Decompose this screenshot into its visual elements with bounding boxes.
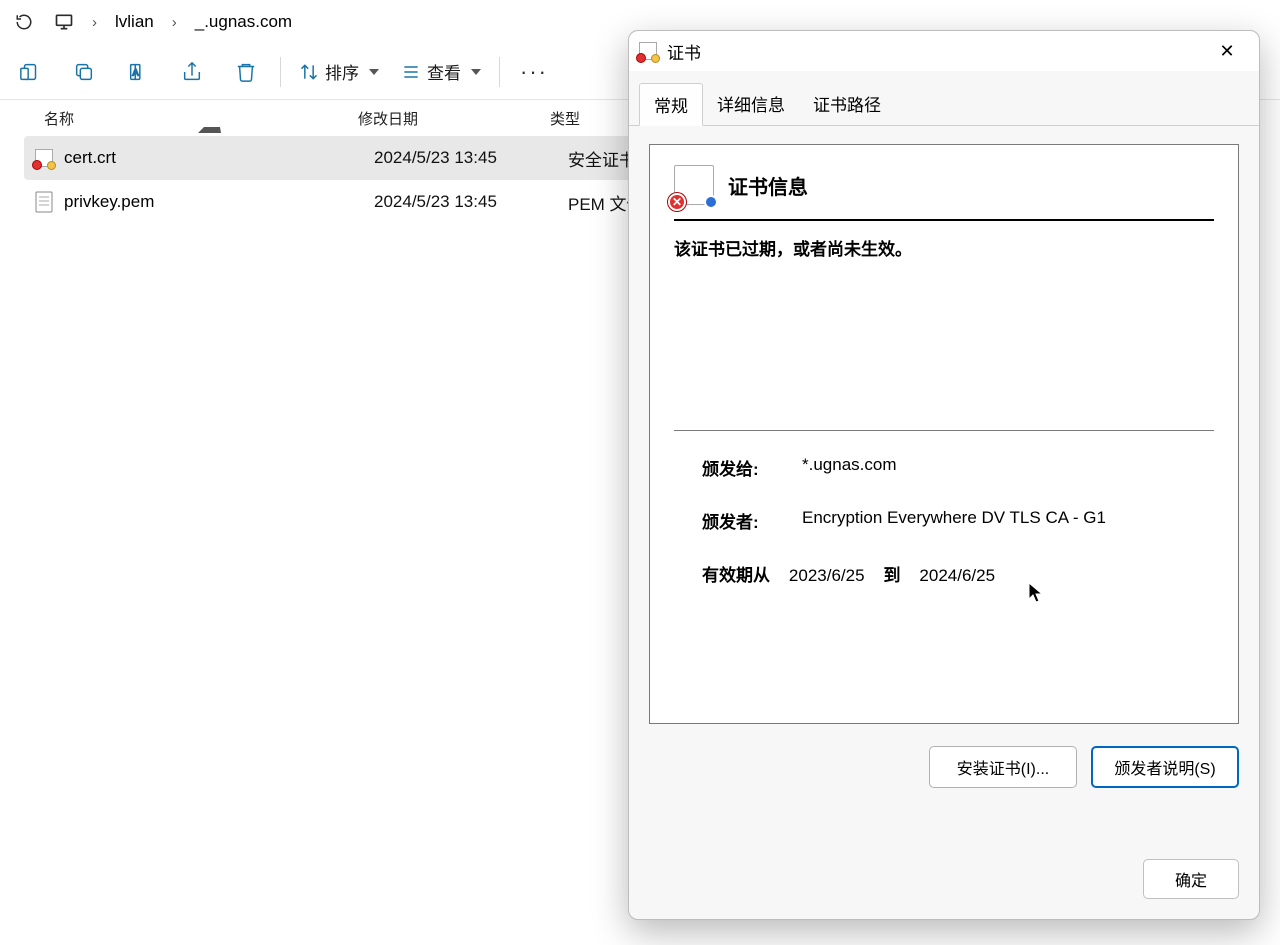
file-date: 2024/5/23 13:45 [374, 192, 568, 212]
dialog-tabs: 常规 详细信息 证书路径 [629, 71, 1259, 126]
pc-icon[interactable] [48, 6, 80, 38]
rename-button[interactable]: A [112, 50, 164, 94]
issued-by-row: 颁发者: Encryption Everywhere DV TLS CA - G… [702, 508, 1214, 533]
sort-label: 排序 [325, 59, 359, 84]
file-name: cert.crt [64, 148, 374, 168]
cert-info-heading: 证书信息 [728, 171, 808, 200]
file-date: 2024/5/23 13:45 [374, 148, 568, 168]
ok-button[interactable]: 确定 [1143, 859, 1239, 899]
certificate-info-panel: ✕ 证书信息 该证书已过期，或者尚未生效。 颁发给: *.ugnas.com 颁… [649, 144, 1239, 724]
sort-asc-icon [198, 97, 221, 133]
issuer-statement-button[interactable]: 颁发者说明(S) [1091, 746, 1239, 788]
certificate-file-icon [28, 149, 60, 167]
sort-button[interactable]: 排序 [289, 59, 389, 84]
view-button[interactable]: 查看 [391, 59, 491, 84]
tab-general[interactable]: 常规 [639, 83, 703, 126]
certificate-large-icon: ✕ [674, 165, 714, 205]
valid-from-value: 2023/6/25 [789, 566, 865, 585]
tab-details[interactable]: 详细信息 [703, 83, 799, 125]
new-button[interactable] [4, 50, 56, 94]
divider [674, 430, 1214, 431]
chevron-right-icon: › [88, 14, 101, 31]
issued-to-label: 颁发给: [702, 455, 802, 480]
issued-to-row: 颁发给: *.ugnas.com [702, 455, 1214, 480]
dialog-titlebar: 证书 ✕ [629, 31, 1259, 71]
valid-to-sep: 到 [883, 566, 900, 585]
divider [674, 219, 1214, 221]
issued-by-label: 颁发者: [702, 508, 802, 533]
dialog-footer: 确定 [629, 843, 1259, 919]
svg-text:A: A [133, 67, 140, 77]
close-button[interactable]: ✕ [1205, 35, 1249, 67]
separator [280, 57, 281, 87]
chevron-right-icon: › [168, 14, 181, 31]
panel-buttons: 安装证书(I)... 颁发者说明(S) [629, 732, 1259, 788]
install-cert-button[interactable]: 安装证书(I)... [929, 746, 1077, 788]
share-button[interactable] [166, 50, 218, 94]
more-button[interactable]: ··· [508, 50, 560, 94]
breadcrumb-item[interactable]: lvlian [109, 10, 160, 34]
tab-path[interactable]: 证书路径 [799, 83, 895, 125]
separator [499, 57, 500, 87]
certificate-app-icon [639, 42, 657, 60]
dialog-title: 证书 [667, 39, 1195, 64]
refresh-button[interactable] [8, 6, 40, 38]
validity-row: 有效期从 2023/6/25 到 2024/6/25 [702, 561, 1214, 586]
document-file-icon [28, 191, 60, 213]
valid-from-label: 有效期从 [702, 566, 770, 585]
col-header-name[interactable]: 名称 [0, 100, 350, 136]
chevron-down-icon [471, 69, 481, 75]
copy-button[interactable] [58, 50, 110, 94]
certificate-dialog: 证书 ✕ 常规 详细信息 证书路径 ✕ 证书信息 该证书已过期，或者尚未生效。 … [628, 30, 1260, 920]
delete-button[interactable] [220, 50, 272, 94]
file-name: privkey.pem [64, 192, 374, 212]
issued-to-value: *.ugnas.com [802, 455, 897, 480]
view-label: 查看 [427, 59, 461, 84]
valid-to-value: 2024/6/25 [919, 566, 995, 585]
issued-by-value: Encryption Everywhere DV TLS CA - G1 [802, 508, 1106, 533]
breadcrumb-item[interactable]: _.ugnas.com [189, 10, 298, 34]
col-header-date[interactable]: 修改日期 [350, 100, 542, 136]
cert-warning-text: 该证书已过期，或者尚未生效。 [674, 235, 1214, 260]
chevron-down-icon [369, 69, 379, 75]
